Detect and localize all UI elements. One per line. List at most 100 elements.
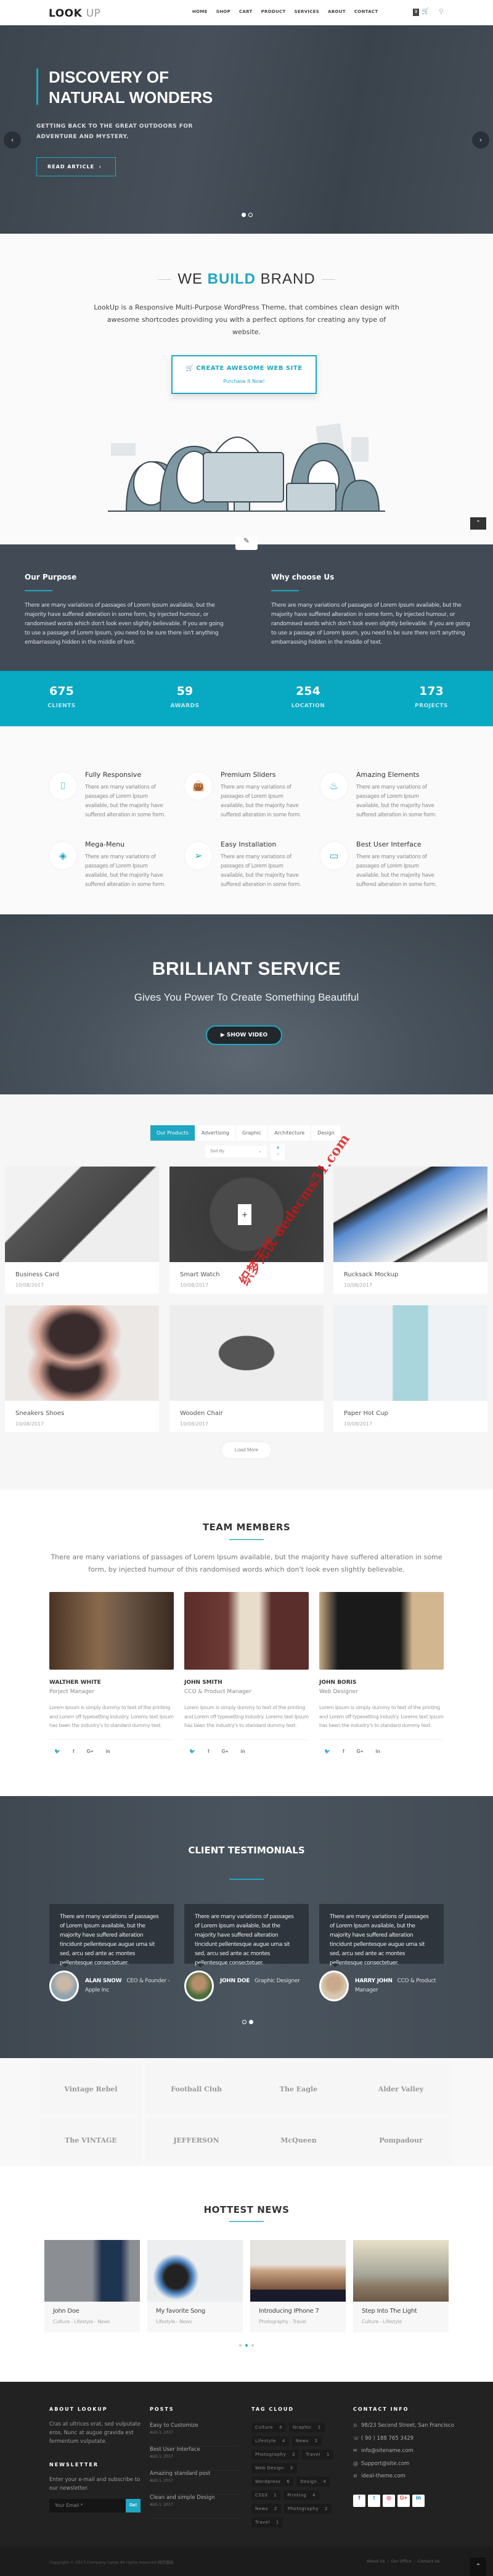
show-video-button[interactable]: ▶ SHOW VIDEO bbox=[206, 1025, 282, 1045]
tag-item[interactable]: Travel 1 bbox=[251, 2517, 283, 2527]
slider-dot[interactable] bbox=[245, 2344, 248, 2347]
slider-next-button[interactable]: › bbox=[472, 131, 489, 149]
news-card[interactable]: My favorite Song Lifestyle - News bbox=[147, 2240, 243, 2332]
section-title: CLIENT TESTIMONIALS bbox=[188, 1845, 305, 1856]
cart-icon[interactable]: 🛒 bbox=[422, 8, 429, 15]
link-contact-us[interactable]: Contact Us bbox=[418, 2559, 440, 2564]
link-about-us[interactable]: About Us bbox=[367, 2559, 385, 2564]
linkedin-icon[interactable]: in bbox=[412, 2495, 425, 2507]
nav-product[interactable]: PRODUCT bbox=[261, 9, 286, 14]
sort-direction-toggle[interactable]: ▲ ▼ bbox=[271, 1144, 285, 1160]
twitter-icon[interactable]: t bbox=[368, 2495, 380, 2507]
subscribe-button[interactable]: Go! bbox=[126, 2499, 141, 2512]
google-plus-icon[interactable]: G+ bbox=[397, 2495, 410, 2507]
portfolio-card[interactable]: Sneakers Shoes 10/08/2017 bbox=[5, 1305, 159, 1432]
logo[interactable]: LOOK UP bbox=[49, 7, 100, 20]
email-input[interactable]: Your Email * bbox=[49, 2499, 126, 2512]
google-plus-icon[interactable]: G+ bbox=[222, 1749, 229, 1754]
footer-heading: TAG CLOUD bbox=[251, 2406, 294, 2412]
tag-item[interactable]: Culture 4 bbox=[251, 2422, 286, 2432]
contact-website[interactable]: ⊘ ideal-theme.com bbox=[353, 2473, 454, 2486]
twitter-icon[interactable]: 🐦 bbox=[189, 1749, 195, 1754]
post-item[interactable]: Best User Interface AUG 1, 2017 bbox=[150, 2447, 239, 2471]
accent-line bbox=[271, 590, 299, 591]
slider-prev-button[interactable]: ‹ bbox=[4, 131, 21, 149]
nav-services[interactable]: SERVICES bbox=[295, 9, 320, 14]
read-article-button[interactable]: READ ARTICLE › bbox=[36, 157, 116, 176]
tag-item[interactable]: Photography 2 bbox=[283, 2504, 332, 2514]
facebook-icon[interactable]: f bbox=[353, 2495, 365, 2507]
news-card[interactable]: Introducing IPhone 7 Photography - Travel bbox=[250, 2240, 346, 2332]
facebook-icon[interactable]: f bbox=[73, 1749, 75, 1754]
google-plus-icon[interactable]: G+ bbox=[357, 1749, 364, 1754]
twitter-icon[interactable]: 🐦 bbox=[324, 1749, 330, 1754]
brilliant-service-banner: BRILLIANT SERVICE Gives You Power To Cre… bbox=[0, 914, 493, 1094]
testimonials-section: CLIENT TESTIMONIALS There are many varia… bbox=[0, 1796, 493, 2058]
dribbble-icon[interactable]: ◎ bbox=[383, 2495, 395, 2507]
contact-support[interactable]: @ Support@site.com bbox=[353, 2461, 454, 2474]
tag-item[interactable]: Graphic 1 bbox=[288, 2422, 325, 2432]
tab-graphic[interactable]: Graphic bbox=[236, 1125, 269, 1141]
search-icon[interactable]: ⚲ bbox=[439, 7, 444, 15]
post-item[interactable]: Clean and simple Design AUG 1, 2017 bbox=[150, 2495, 239, 2519]
tag-item[interactable]: News 2 bbox=[291, 2436, 322, 2446]
portfolio-card[interactable]: Business Card 10/08/2017 bbox=[5, 1167, 159, 1294]
linkedin-icon[interactable]: in bbox=[241, 1749, 245, 1754]
contact-email[interactable]: ✉ info@sitename.com bbox=[353, 2448, 454, 2461]
tab-advertising[interactable]: Advertising bbox=[195, 1125, 237, 1141]
tag-item[interactable]: Travel 1 bbox=[302, 2450, 333, 2459]
slider-dot[interactable] bbox=[239, 2344, 242, 2347]
post-item[interactable]: Amazing standard post AUG 1, 2017 bbox=[150, 2471, 239, 2495]
nav-home[interactable]: HOME bbox=[192, 9, 208, 14]
scroll-to-top-button[interactable]: ⌃ bbox=[470, 2558, 486, 2576]
linkedin-icon[interactable]: in bbox=[376, 1749, 380, 1754]
portfolio-card[interactable]: Rucksack Mockup 10/08/2017 bbox=[333, 1167, 487, 1294]
banner-title: BRILLIANT SERVICE bbox=[152, 959, 341, 979]
slider-dot[interactable] bbox=[242, 213, 246, 217]
facebook-icon[interactable]: f bbox=[343, 1749, 344, 1754]
tag-item[interactable]: Printing 4 bbox=[283, 2490, 320, 2500]
scroll-to-top-button[interactable]: ⌃ bbox=[470, 517, 486, 530]
news-card[interactable]: John Doe Culture - Lifestyle - News bbox=[44, 2240, 140, 2332]
portfolio-card[interactable]: Wooden Chair 10/08/2017 bbox=[169, 1305, 324, 1432]
nav-contact[interactable]: CONTACT bbox=[354, 9, 378, 14]
google-plus-icon[interactable]: G+ bbox=[87, 1749, 94, 1754]
avatar bbox=[49, 1971, 79, 2001]
newsletter-text: Enter your e-mail and subscribe to our n… bbox=[49, 2477, 141, 2492]
nav-about[interactable]: ABOUT bbox=[328, 9, 346, 14]
nav-shop[interactable]: SHOP bbox=[216, 9, 230, 14]
load-more-button[interactable]: Load More bbox=[222, 1442, 271, 1458]
slider-dot[interactable] bbox=[248, 213, 253, 217]
tab-architecture[interactable]: Architecture bbox=[268, 1125, 312, 1141]
plus-icon[interactable]: + bbox=[238, 1204, 251, 1225]
twitter-icon[interactable]: 🐦 bbox=[54, 1749, 60, 1754]
slider-dot[interactable] bbox=[242, 2020, 246, 2024]
tag-item[interactable]: Wordpress 6 bbox=[251, 2477, 294, 2487]
chevron-down-icon: ⌄ bbox=[258, 1149, 262, 1154]
tag-item[interactable]: Lifestyle 4 bbox=[251, 2436, 289, 2446]
post-item[interactable]: Easy to Customize AUG 1, 2017 bbox=[150, 2422, 239, 2447]
linkedin-icon[interactable]: in bbox=[106, 1749, 110, 1754]
tag-item[interactable]: Design 4 bbox=[296, 2477, 330, 2487]
tag-item[interactable]: News 2 bbox=[251, 2504, 281, 2514]
slider-dot[interactable] bbox=[251, 2344, 254, 2347]
team-illustration bbox=[108, 423, 385, 512]
about-text: Cras at ultrices erat, sed vulputate ero… bbox=[49, 2421, 141, 2445]
nav-cart[interactable]: CART bbox=[239, 9, 253, 14]
create-website-button[interactable]: 🛒 CREATE AWESOME WEB SITE Purchase It No… bbox=[171, 355, 317, 394]
facebook-icon[interactable]: f bbox=[208, 1749, 210, 1754]
team-intro: There are many variations of passages of… bbox=[51, 1553, 442, 1573]
brand-section: WE BUILD BRAND LookUp is a Responsive Mu… bbox=[0, 234, 493, 544]
sort-select[interactable]: ⌄ Sort By bbox=[205, 1146, 267, 1157]
tab-our-products[interactable]: Our Products bbox=[150, 1125, 195, 1141]
slider-dot[interactable] bbox=[249, 2020, 253, 2024]
why-choose-us-column: Why choose Us There are many variations o… bbox=[271, 573, 470, 646]
tag-item[interactable]: Web Design 3 bbox=[251, 2463, 297, 2473]
cart-count-badge[interactable]: 3 bbox=[413, 9, 419, 16]
news-card[interactable]: Step Into The Light Culture - Lifestyle bbox=[353, 2240, 449, 2332]
portfolio-card[interactable]: Paper Hot Cup 10/08/2017 bbox=[333, 1305, 487, 1432]
tag-item[interactable]: CSS3 1 bbox=[251, 2490, 281, 2500]
link-our-office[interactable]: Our Office bbox=[391, 2559, 412, 2564]
chevron-down-icon: ▼ bbox=[276, 1152, 280, 1157]
tag-item[interactable]: Photography 2 bbox=[251, 2450, 299, 2459]
